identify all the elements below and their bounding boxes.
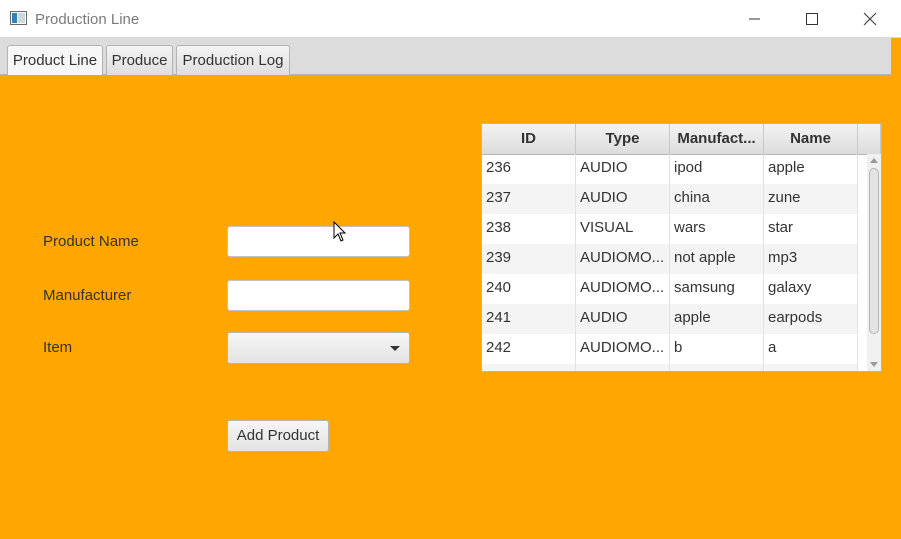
table-vertical-scrollbar[interactable] (867, 154, 881, 371)
cell-manufacturer: wars (670, 214, 764, 244)
cell-empty (576, 364, 670, 371)
tab-production-log[interactable]: Production Log (176, 45, 290, 75)
product-name-input[interactable] (227, 226, 410, 257)
table-row[interactable]: 237 AUDIO china zune (482, 184, 858, 214)
manufacturer-input[interactable] (227, 280, 410, 311)
item-combobox[interactable] (227, 332, 410, 364)
maximize-button[interactable] (783, 0, 841, 38)
cell-id: 237 (482, 184, 576, 214)
cell-empty (670, 364, 764, 371)
manufacturer-label: Manufacturer (43, 287, 132, 304)
column-header-id[interactable]: ID (482, 124, 576, 154)
table-row[interactable]: 236 AUDIO ipod apple (482, 154, 858, 184)
column-header-name[interactable]: Name (764, 124, 858, 154)
tab-bar: Product Line Produce Production Log (0, 38, 891, 75)
item-label: Item (43, 339, 73, 356)
cell-id: 238 (482, 214, 576, 244)
product-name-label: Product Name (43, 233, 139, 250)
cell-type: AUDIOMO... (576, 334, 670, 364)
table-row[interactable]: 241 AUDIO apple earpods (482, 304, 858, 334)
scrollbar-thumb[interactable] (869, 168, 879, 334)
products-table[interactable]: ID Type Manufact... Name 236 AUDIO ipod … (481, 123, 882, 372)
cell-id: 236 (482, 154, 576, 184)
cell-empty (482, 364, 576, 371)
table-row[interactable]: 240 AUDIOMO... samsung galaxy (482, 274, 858, 304)
cell-id: 240 (482, 274, 576, 304)
cell-type: AUDIOMO... (576, 244, 670, 274)
chevron-down-icon (390, 346, 400, 351)
cell-empty (764, 364, 858, 371)
cell-name: a (764, 334, 858, 364)
maximize-icon (806, 13, 818, 25)
cell-type: VISUAL (576, 214, 670, 244)
cell-type: AUDIO (576, 184, 670, 214)
cell-type: AUDIOMO... (576, 274, 670, 304)
cell-manufacturer: samsung (670, 274, 764, 304)
column-header-manufacturer[interactable]: Manufact... (670, 124, 764, 154)
tab-product-line[interactable]: Product Line (7, 45, 103, 75)
minimize-icon (749, 18, 760, 20)
cell-id: 239 (482, 244, 576, 274)
window-title: Production Line (35, 11, 140, 28)
cell-name: star (764, 214, 858, 244)
window-title-bar: Production Line (0, 0, 901, 38)
cell-manufacturer: b (670, 334, 764, 364)
cell-manufacturer: apple (670, 304, 764, 334)
column-header-type[interactable]: Type (576, 124, 670, 154)
table-row[interactable]: 238 VISUAL wars star (482, 214, 858, 244)
column-header-corner (858, 124, 881, 154)
table-row[interactable]: 239 AUDIOMO... not apple mp3 (482, 244, 858, 274)
app-icon (10, 11, 27, 25)
scroll-down-arrow-icon[interactable] (870, 362, 878, 367)
tab-produce[interactable]: Produce (106, 45, 173, 75)
minimize-button[interactable] (725, 0, 783, 38)
cell-manufacturer: ipod (670, 154, 764, 184)
cell-manufacturer: not apple (670, 244, 764, 274)
cell-manufacturer: china (670, 184, 764, 214)
close-icon (863, 12, 877, 26)
cell-name: galaxy (764, 274, 858, 304)
cell-id: 242 (482, 334, 576, 364)
cell-name: zune (764, 184, 858, 214)
table-header: ID Type Manufact... Name (482, 124, 881, 155)
table-row-partial (482, 364, 858, 371)
table-body: 236 AUDIO ipod apple 237 AUDIO china zun… (482, 154, 858, 371)
scroll-up-arrow-icon[interactable] (870, 158, 878, 163)
cell-name: mp3 (764, 244, 858, 274)
cell-name: earpods (764, 304, 858, 334)
table-row[interactable]: 242 AUDIOMO... b a (482, 334, 858, 364)
cell-name: apple (764, 154, 858, 184)
mouse-cursor-icon (333, 221, 347, 242)
add-product-button[interactable]: Add Product (227, 420, 329, 452)
cell-type: AUDIO (576, 154, 670, 184)
cell-type: AUDIO (576, 304, 670, 334)
cell-id: 241 (482, 304, 576, 334)
close-button[interactable] (841, 0, 899, 38)
